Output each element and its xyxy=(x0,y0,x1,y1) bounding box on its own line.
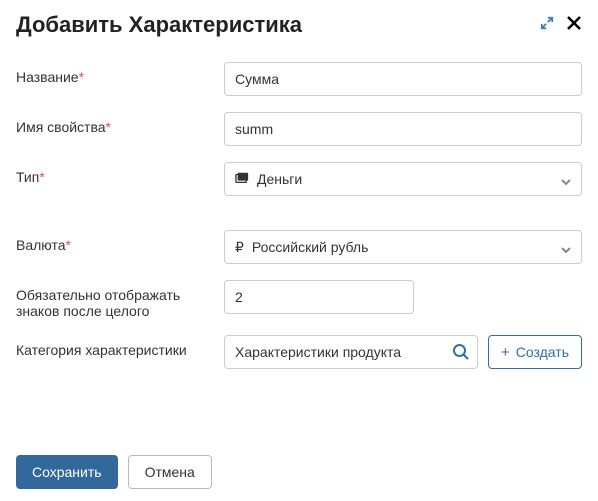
label-decimals: Обязательно отображать знаков после цело… xyxy=(16,280,224,319)
plus-icon: + xyxy=(501,345,510,360)
category-input[interactable] xyxy=(224,335,478,369)
type-select[interactable]: Деньги xyxy=(224,162,582,196)
chevron-down-icon xyxy=(561,174,571,184)
currency-select[interactable]: ₽ Российский рубль xyxy=(224,230,582,264)
currency-value: Российский рубль xyxy=(252,239,368,255)
dialog-title: Добавить Характеристика xyxy=(16,12,302,38)
create-button[interactable]: + Создать xyxy=(488,335,582,369)
label-type: Тип* xyxy=(16,162,224,185)
expand-icon[interactable] xyxy=(540,16,554,35)
save-button[interactable]: Сохранить xyxy=(16,455,118,489)
money-icon xyxy=(235,171,249,188)
ruble-icon: ₽ xyxy=(235,239,244,256)
property-input[interactable] xyxy=(224,112,582,146)
label-name: Название* xyxy=(16,62,224,85)
search-icon[interactable] xyxy=(452,343,470,361)
close-icon[interactable] xyxy=(566,15,582,36)
label-category: Категория характеристики xyxy=(16,335,224,358)
name-input[interactable] xyxy=(224,62,582,96)
create-button-label: Создать xyxy=(516,344,569,360)
cancel-button[interactable]: Отмена xyxy=(128,455,212,489)
label-property: Имя свойства* xyxy=(16,112,224,135)
decimals-input[interactable] xyxy=(224,280,414,314)
type-value: Деньги xyxy=(257,171,302,187)
label-currency: Валюта* xyxy=(16,230,224,253)
chevron-down-icon xyxy=(561,242,571,252)
